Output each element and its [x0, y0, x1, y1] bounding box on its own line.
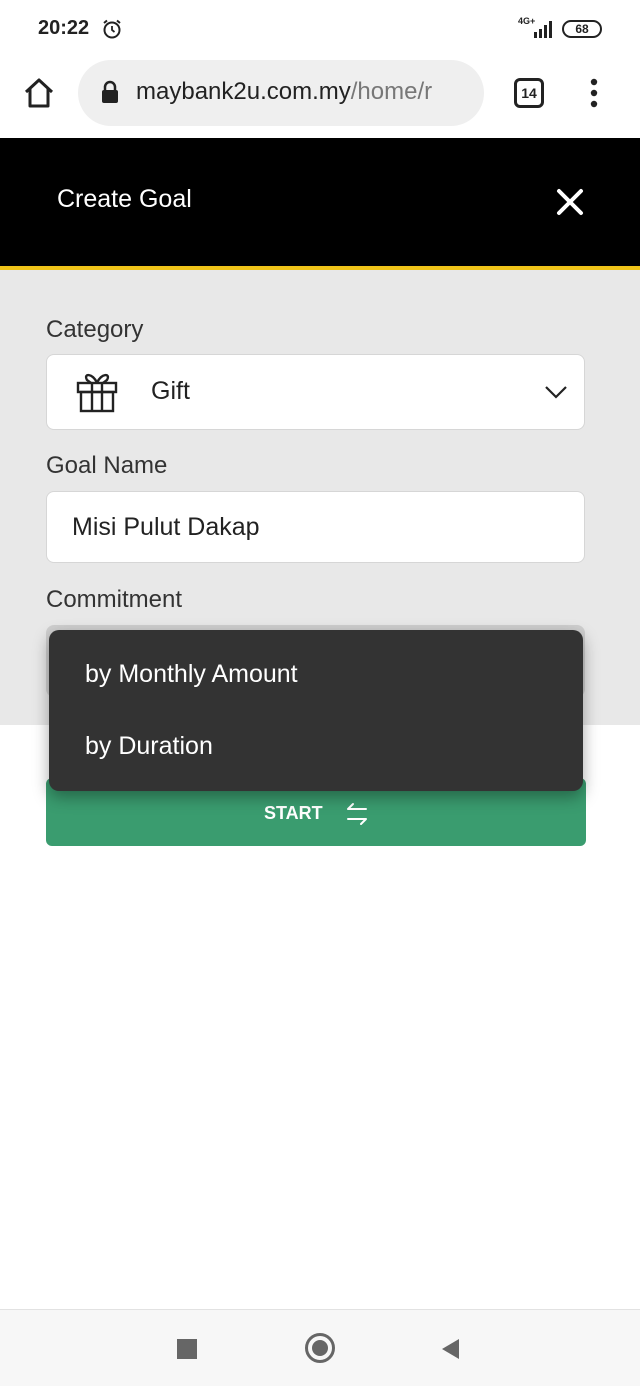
recent-apps-button[interactable] [177, 1339, 197, 1359]
tabs-button[interactable]: 14 [514, 78, 544, 108]
status-bar: 20:22 4G+ 68 [0, 0, 640, 58]
status-time: 20:22 [38, 17, 90, 39]
url-text: maybank2u.com.my/home/r [136, 78, 476, 106]
close-icon[interactable] [556, 188, 584, 216]
home-icon[interactable] [22, 76, 56, 110]
home-button[interactable] [305, 1333, 335, 1363]
commitment-dropdown-menu: by Monthly Amount by Duration [49, 630, 583, 791]
signal-icon [534, 21, 552, 38]
url-host: maybank2u.com.my [136, 78, 351, 105]
goal-name-input[interactable] [46, 491, 585, 563]
browser-toolbar: maybank2u.com.my/home/r 14 [0, 58, 640, 138]
chevron-down-icon [545, 386, 567, 399]
app-header: Create Goal [0, 138, 640, 266]
swap-icon [347, 803, 367, 825]
category-value: Gift [151, 377, 190, 405]
home-button-dot [312, 1340, 328, 1356]
battery-indicator: 68 [562, 20, 602, 38]
goal-name-label: Goal Name [46, 452, 168, 479]
address-bar[interactable]: maybank2u.com.my/home/r [78, 60, 484, 126]
lock-icon [102, 80, 118, 103]
system-nav-bar [0, 1309, 640, 1386]
back-icon[interactable] [440, 1337, 460, 1361]
menu-icon[interactable] [586, 78, 602, 108]
page-title: Create Goal [57, 185, 192, 213]
option-duration[interactable]: by Duration [85, 732, 213, 761]
alarm-icon [103, 19, 121, 39]
url-path: /home/r [350, 78, 433, 105]
category-label: Category [46, 316, 144, 343]
option-monthly-amount[interactable]: by Monthly Amount [85, 660, 298, 689]
gift-icon [76, 373, 118, 413]
category-select[interactable]: Gift [46, 354, 585, 430]
start-button-label: START [264, 803, 323, 823]
commitment-label: Commitment [46, 586, 183, 613]
